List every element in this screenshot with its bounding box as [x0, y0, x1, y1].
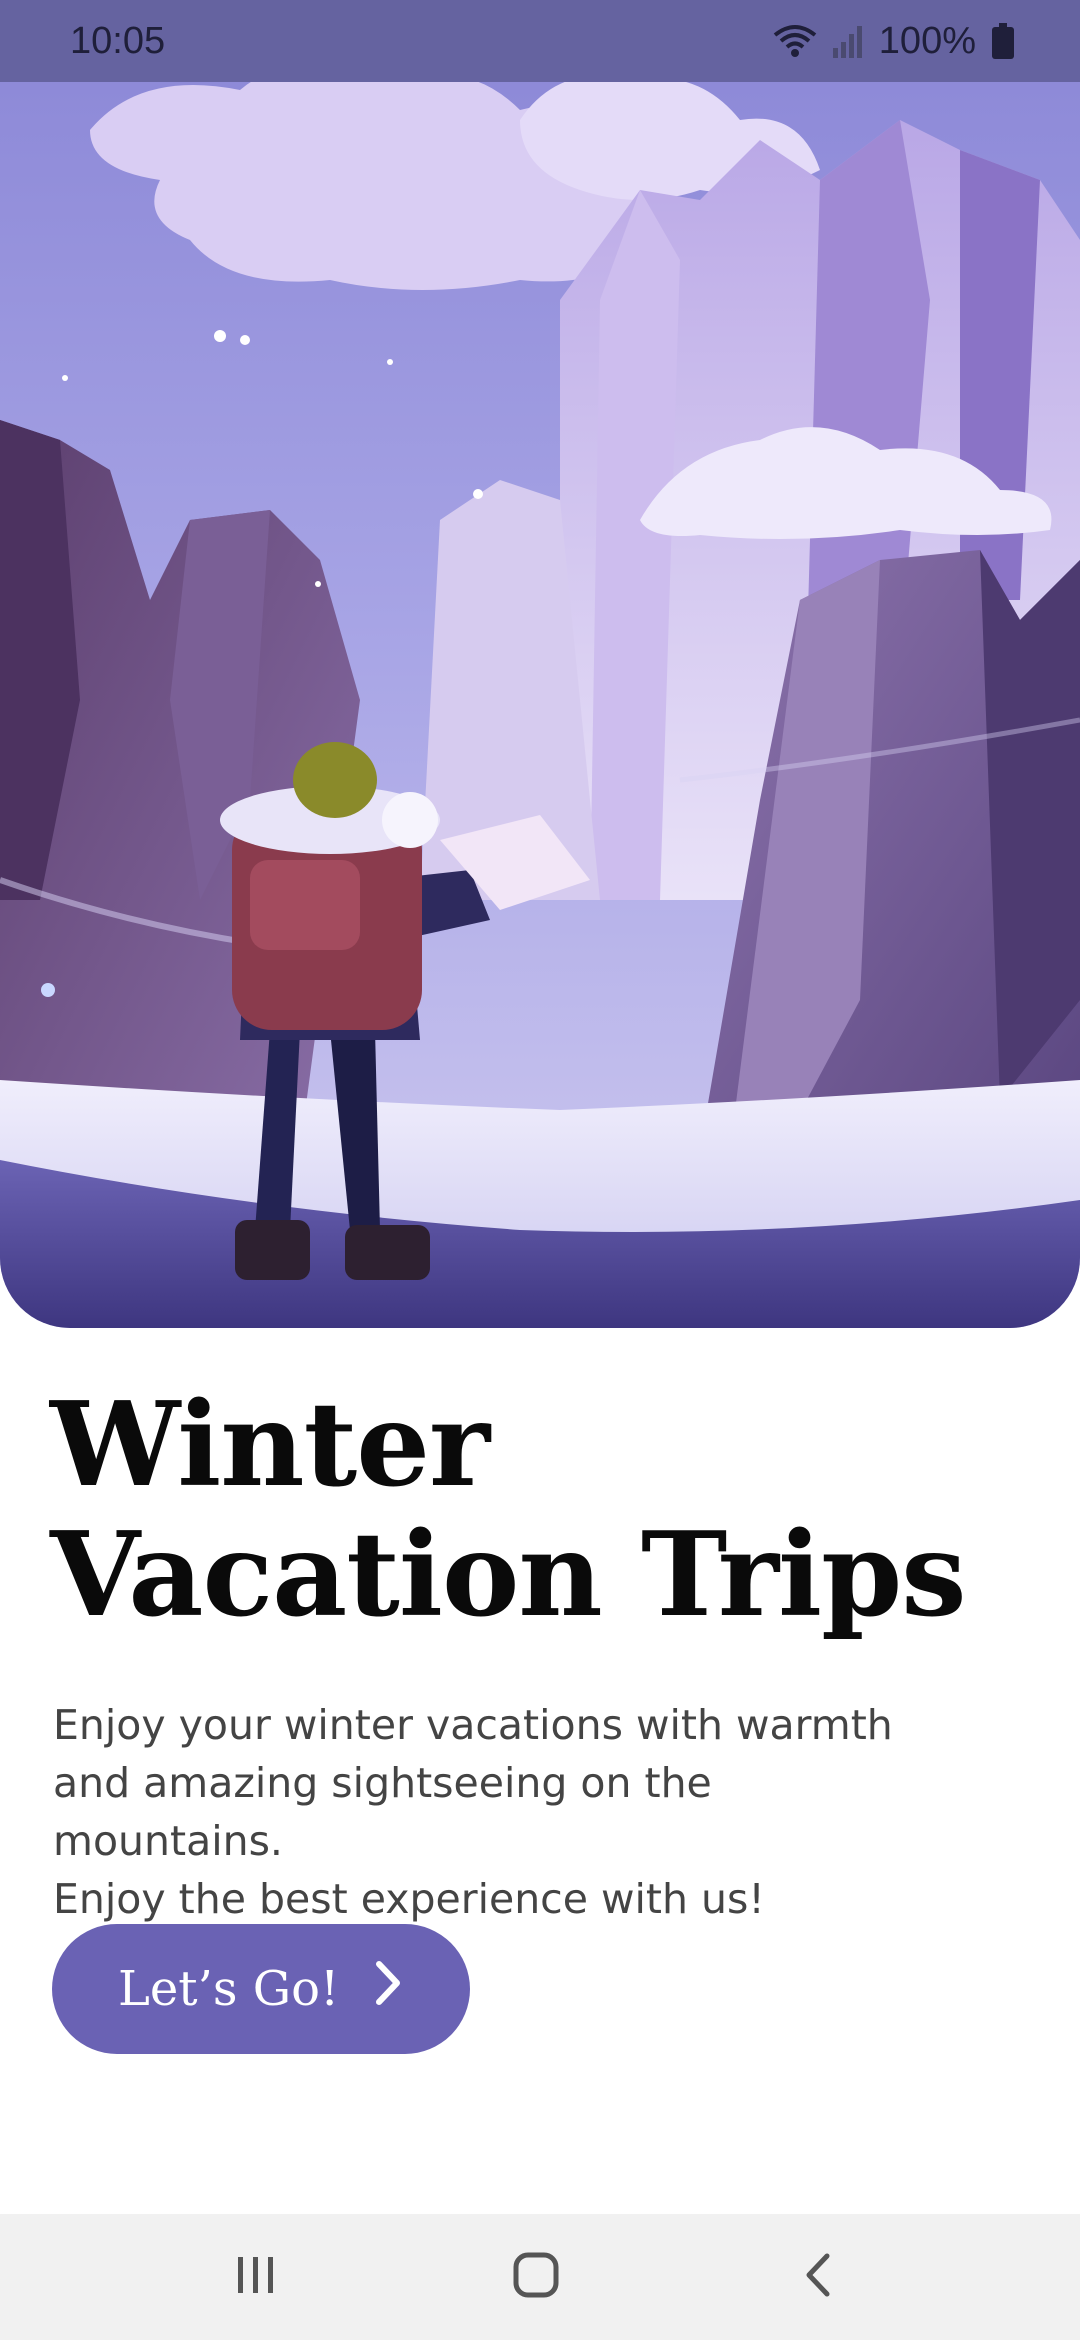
recent-apps-button[interactable]	[166, 2214, 346, 2340]
hero-illustration	[0, 0, 1080, 1328]
status-bar: 10:05 100%	[0, 0, 1080, 82]
battery-icon	[992, 23, 1014, 59]
system-nav-bar	[0, 2214, 1080, 2340]
description-line-1: Enjoy your winter vacations with warmth	[53, 1701, 893, 1749]
description-line-3: Enjoy the best experience with us!	[53, 1875, 765, 1923]
back-icon	[803, 2252, 833, 2302]
status-time: 10:05	[70, 19, 166, 62]
home-button[interactable]	[446, 2214, 626, 2340]
back-button[interactable]	[728, 2214, 908, 2340]
title-line-1: Winter	[50, 1377, 490, 1513]
home-icon	[513, 2252, 559, 2302]
signal-icon	[832, 24, 863, 58]
lets-go-label: Let’s Go!	[118, 1961, 340, 2017]
page-title: Winter Vacation Trips	[50, 1380, 1030, 1640]
description-line-2: and amazing sightseeing on the mountains…	[53, 1759, 712, 1865]
description: Enjoy your winter vacations with warmth …	[53, 1696, 953, 1928]
title-line-2: Vacation Trips	[50, 1507, 967, 1643]
wifi-icon	[773, 23, 817, 59]
chevron-right-icon	[373, 1960, 403, 2018]
recent-apps-icon	[236, 2255, 276, 2299]
lets-go-button[interactable]: Let’s Go!	[52, 1924, 470, 2054]
battery-percent: 100%	[878, 19, 976, 62]
status-icons: 100%	[773, 20, 1014, 63]
